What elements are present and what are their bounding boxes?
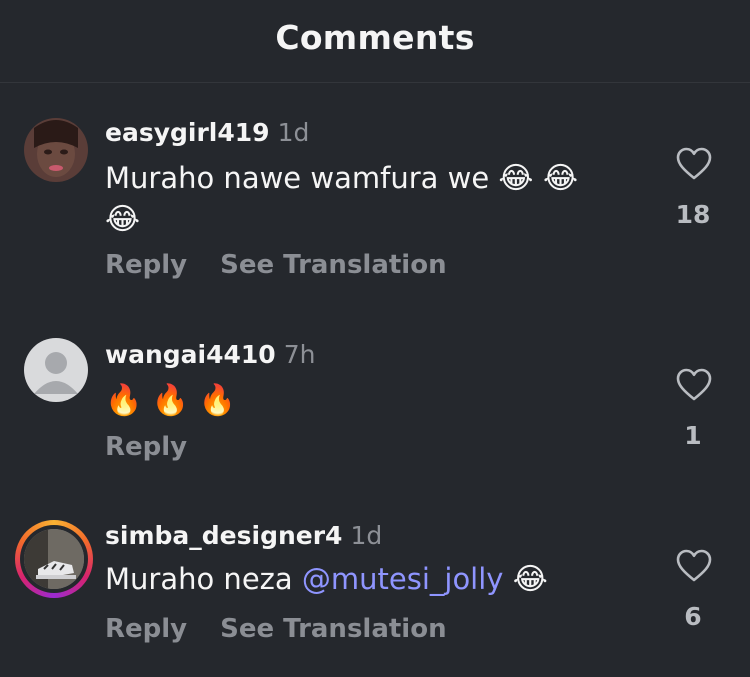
- comment-text: Muraho neza @mutesi_jolly 😂: [105, 559, 615, 600]
- comment-header: easygirl419 1d: [105, 118, 309, 147]
- heart-outline-icon[interactable]: [676, 147, 712, 181]
- person-icon: [34, 352, 78, 394]
- reply-button[interactable]: Reply: [105, 614, 187, 644]
- laughing-emoji: 😂: [512, 562, 548, 597]
- username[interactable]: easygirl419: [105, 118, 270, 147]
- username[interactable]: wangai4410: [105, 340, 276, 369]
- heart-outline-icon[interactable]: [676, 368, 712, 402]
- comment-text: Muraho nawe wamfura we 😂 😂 😂: [105, 158, 615, 240]
- laughing-emoji: 😂: [105, 202, 141, 237]
- laughing-emoji: 😂 😂: [498, 161, 579, 196]
- comment-header: simba_designer4 1d: [105, 521, 382, 550]
- fire-emoji: 🔥 🔥 🔥: [105, 383, 237, 418]
- heart-outline-icon[interactable]: [676, 549, 712, 583]
- page-title: Comments: [275, 17, 475, 57]
- timestamp: 7h: [283, 340, 316, 369]
- avatar-with-story-ring[interactable]: [15, 520, 93, 598]
- story-ring-gap: [20, 525, 88, 593]
- like-count: 6: [684, 602, 702, 631]
- comment-text: 🔥 🔥 🔥: [105, 380, 615, 421]
- see-translation-button[interactable]: See Translation: [220, 614, 446, 644]
- reply-button[interactable]: Reply: [105, 250, 187, 280]
- reply-button[interactable]: Reply: [105, 432, 187, 462]
- comment-body: Muraho neza: [105, 562, 293, 596]
- like-count: 18: [675, 200, 711, 229]
- comments-header: Comments: [0, 0, 750, 83]
- comment-actions: Reply See Translation: [105, 250, 447, 280]
- like-count: 1: [684, 421, 702, 450]
- avatar[interactable]: [24, 118, 88, 182]
- comment-body: Muraho nawe wamfura we: [105, 161, 490, 195]
- username[interactable]: simba_designer4: [105, 521, 342, 550]
- timestamp: 1d: [350, 521, 383, 550]
- comment-actions: Reply See Translation: [105, 614, 447, 644]
- comment-header: wangai4410 7h: [105, 340, 315, 369]
- timestamp: 1d: [277, 118, 310, 147]
- avatar[interactable]: [24, 338, 88, 402]
- see-translation-button[interactable]: See Translation: [220, 250, 446, 280]
- comment-actions: Reply: [105, 432, 187, 462]
- mention-link[interactable]: @mutesi_jolly: [302, 562, 504, 596]
- avatar: [24, 529, 84, 589]
